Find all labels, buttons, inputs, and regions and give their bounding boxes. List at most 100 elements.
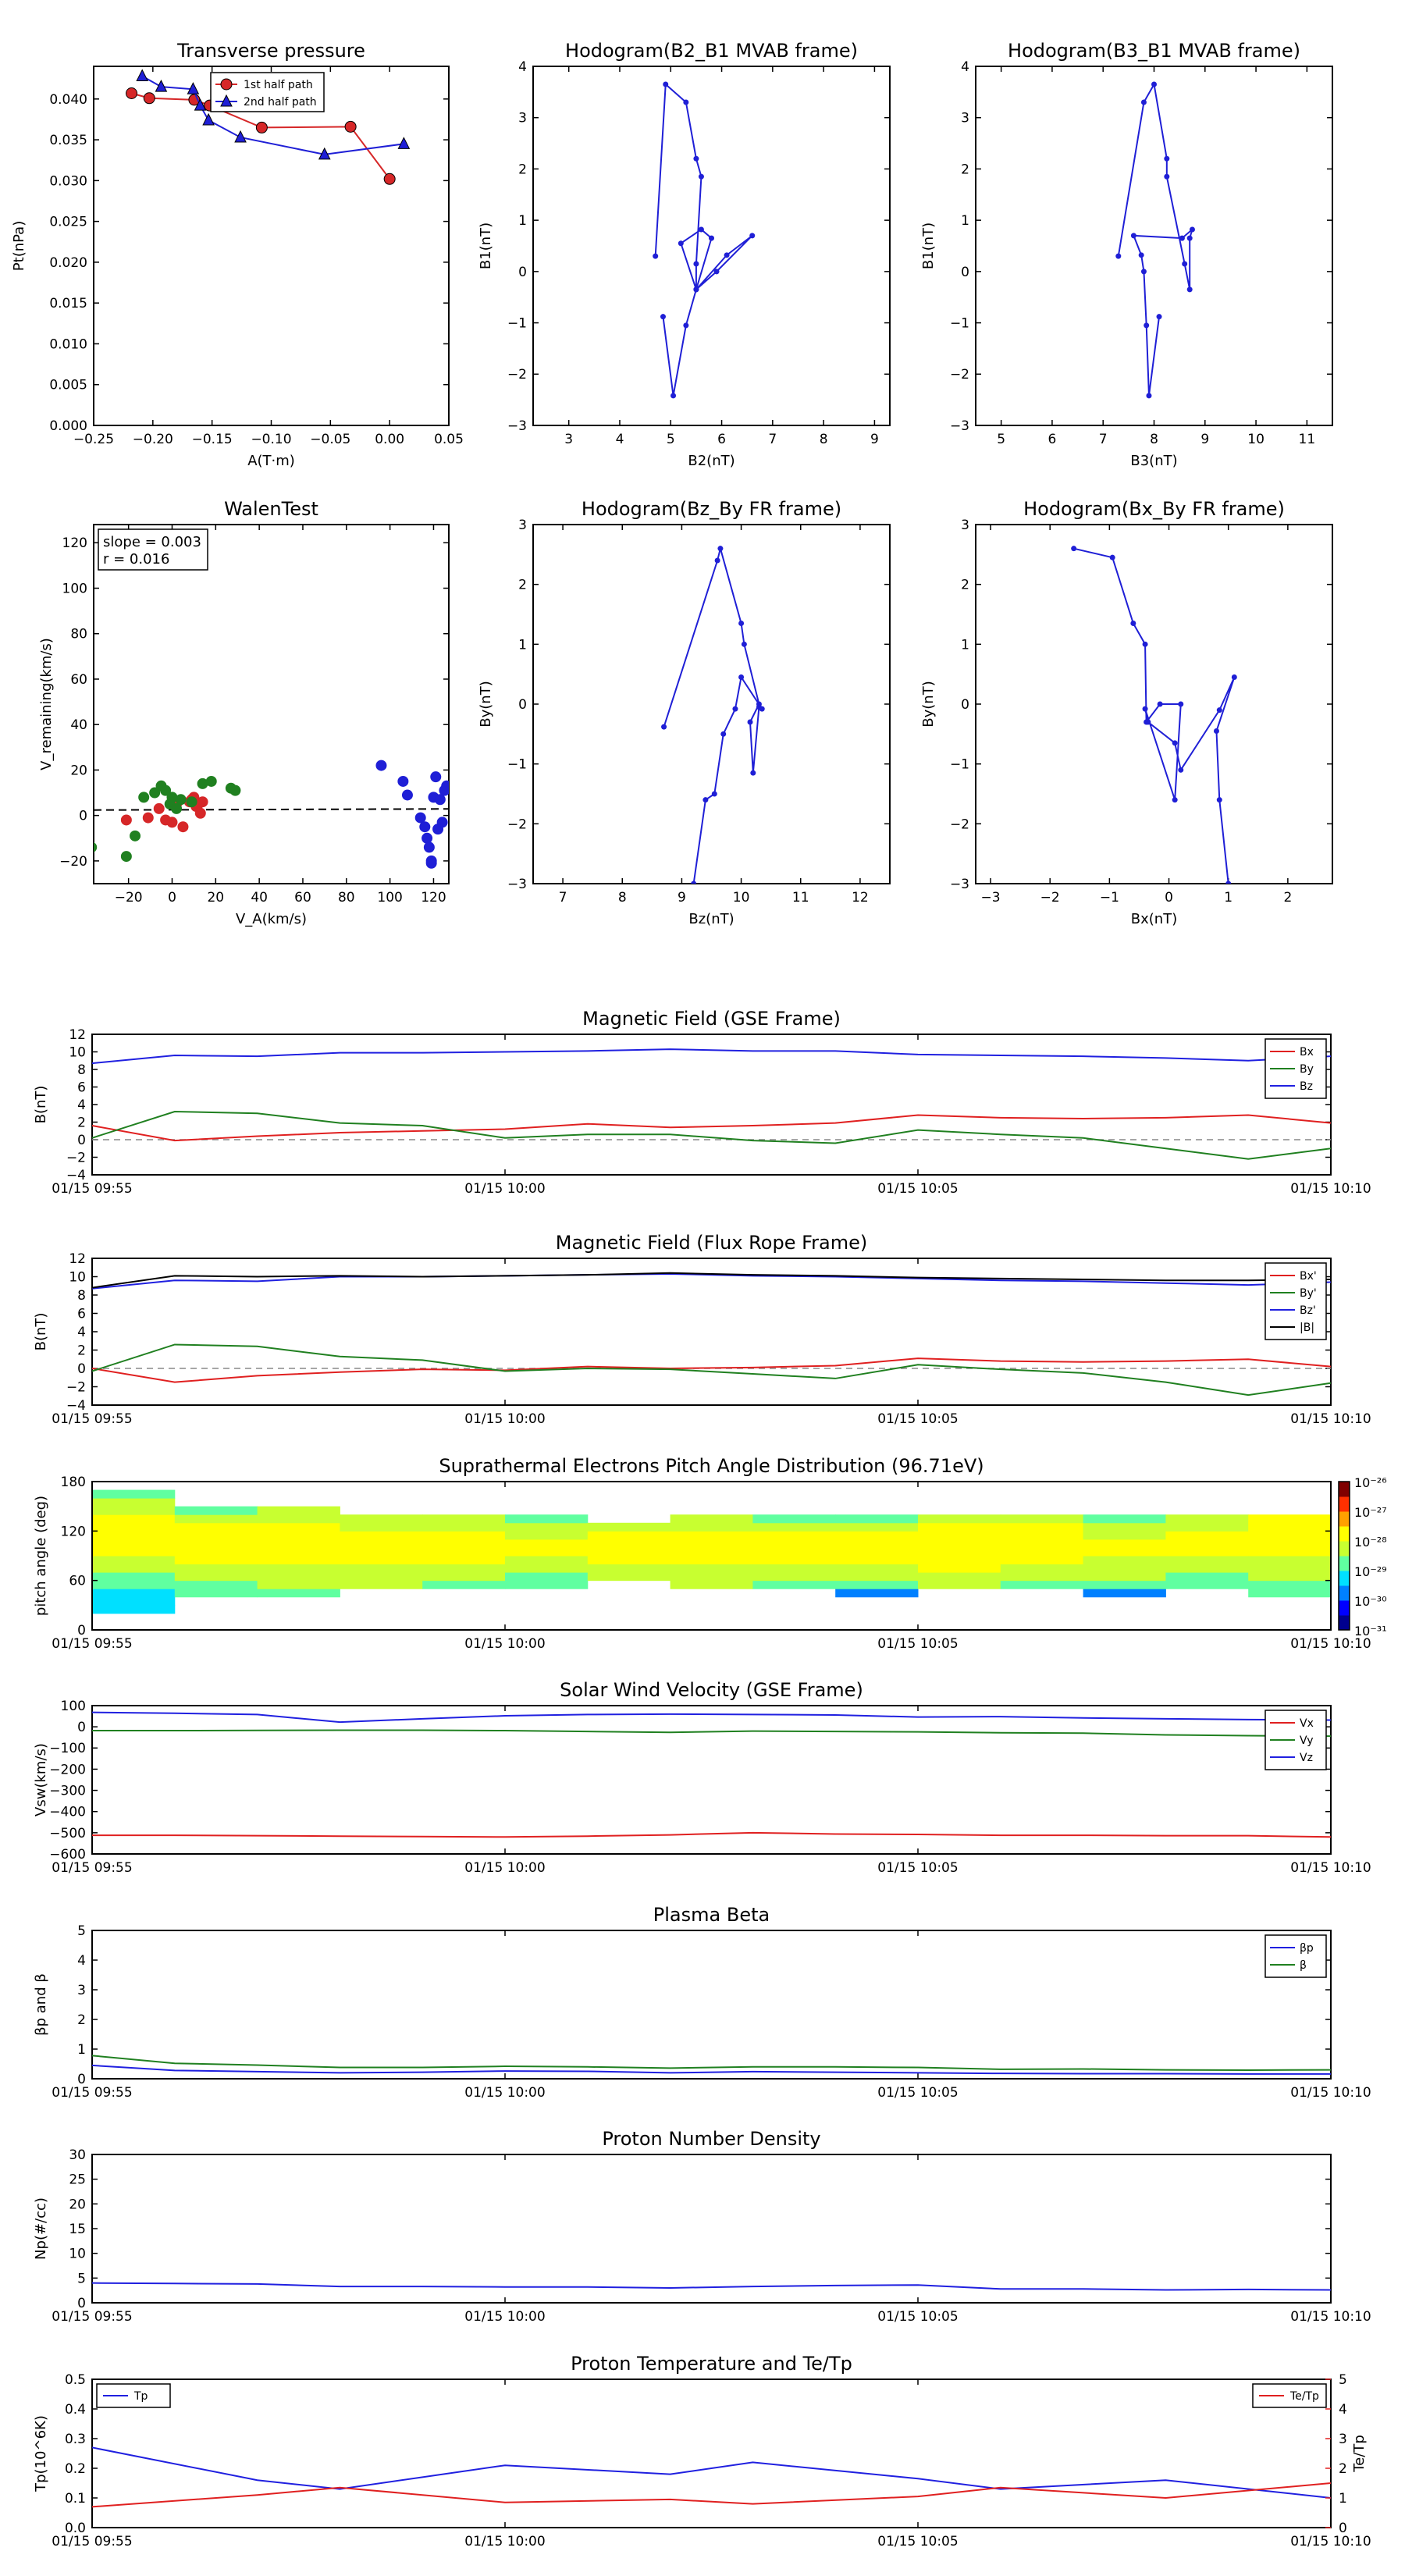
y-tick-label: 0.3 <box>65 2432 86 2447</box>
x-tick-label: 120 <box>421 890 446 906</box>
y-tick-label: 30 <box>69 2147 86 2163</box>
y-tick-label: 0.0 <box>65 2521 86 2536</box>
heatmap-cell <box>174 1572 258 1582</box>
heatmap-cell <box>587 1547 671 1557</box>
data-point <box>1178 767 1184 773</box>
heatmap-cell <box>835 1539 919 1548</box>
y-tick-label: 3 <box>961 111 969 126</box>
heatmap-cell <box>1083 1556 1166 1565</box>
x-tick-label: 8 <box>618 890 627 906</box>
heatmap-cell <box>918 1556 1001 1565</box>
y-axis-label: B(nT) <box>33 1086 49 1124</box>
chart-bfr: 01/15 09:55 01/15 10:00 01/15 10:05 01/15 1… <box>33 1232 1371 1427</box>
x-axis-label: A(T·m) <box>247 453 295 469</box>
y-tick-label-right: 1 <box>1339 2491 1347 2507</box>
heatmap-cell <box>505 1572 589 1582</box>
heatmap-cell <box>92 1506 176 1515</box>
data-point <box>741 641 747 647</box>
heatmap-cell <box>835 1531 919 1540</box>
chart-np: 01/15 09:55 01/15 10:00 01/15 10:05 01/15 1… <box>33 2128 1371 2325</box>
heatmap-cell <box>1165 1564 1249 1573</box>
legend-label: Vy <box>1300 1735 1314 1747</box>
data-point <box>423 841 435 853</box>
heatmap-cell <box>174 1580 258 1589</box>
y-tick-label: 3 <box>961 518 969 533</box>
y-tick-label: 2 <box>77 1115 86 1130</box>
heatmap-cell <box>340 1580 423 1589</box>
x-tick-label: −3 <box>981 890 1001 906</box>
x-tick-label: 01/15 09:55 <box>52 1636 132 1652</box>
data-point <box>724 252 730 258</box>
x-tick-label: −2 <box>1040 890 1060 906</box>
plot-area <box>92 1048 1331 1160</box>
heatmap-cell <box>92 1489 176 1499</box>
x-tick-label: 01/15 09:55 <box>52 2534 132 2549</box>
y-tick-label: 0.025 <box>49 215 87 230</box>
data-point <box>419 821 431 833</box>
colorbar-segment <box>1339 1615 1350 1631</box>
x-tick-label: 5 <box>667 432 675 447</box>
heatmap-cell <box>505 1539 589 1548</box>
colorbar-segment <box>1339 1511 1350 1527</box>
colorbar-label: 10⁻²⁷ <box>1354 1505 1387 1520</box>
legend-label: |B| <box>1300 1322 1314 1334</box>
legend-label: Bz' <box>1300 1304 1316 1317</box>
x-tick-label: 01/15 10:05 <box>877 1181 958 1197</box>
data-point <box>1189 226 1195 233</box>
x-tick-label: 60 <box>294 890 311 906</box>
y-tick-label-right: 4 <box>1339 2402 1347 2418</box>
y-tick-label: 0 <box>77 1720 86 1735</box>
heatmap-cell <box>670 1539 753 1548</box>
y-tick-label: 2 <box>961 578 969 593</box>
plot-frame <box>975 524 1333 884</box>
data-point <box>1172 797 1178 803</box>
x-tick-label: 01/15 09:55 <box>52 2309 132 2325</box>
x-tick-label: 01/15 10:00 <box>464 1411 545 1427</box>
heatmap-cell <box>752 1531 836 1540</box>
x-axis-label: B3(nT) <box>1130 453 1177 469</box>
heatmap-cell <box>174 1556 258 1565</box>
legend-box <box>1264 1262 1327 1340</box>
heatmap-cell <box>340 1556 423 1565</box>
data-point <box>155 80 168 92</box>
legend-label: βp <box>1300 1942 1314 1955</box>
data-point <box>1144 322 1150 329</box>
data-point <box>434 794 446 806</box>
heatmap-cell <box>752 1547 836 1557</box>
annotation-text: slope = 0.003 <box>103 534 201 550</box>
colorbar-segment <box>1339 1600 1350 1616</box>
heatmap-cell <box>257 1531 340 1540</box>
y-tick-label: −3 <box>507 877 527 892</box>
data-point <box>660 314 666 320</box>
data-point <box>94 841 98 852</box>
plot-area <box>92 2446 1331 2508</box>
y-tick-label: 1 <box>77 2042 86 2058</box>
x-tick-label: 01/15 10:05 <box>877 2309 958 2325</box>
y-tick-label: −1 <box>950 757 969 773</box>
y-axis-label: Pt(nPa) <box>11 221 27 271</box>
x-tick-label: 01/15 10:00 <box>464 1636 545 1652</box>
heatmap-cell <box>1083 1522 1166 1532</box>
data-point <box>693 155 699 162</box>
y-tick-label: 0.000 <box>49 418 87 434</box>
x-tick-label: 20 <box>207 890 224 906</box>
heatmap-cell <box>1000 1522 1084 1532</box>
x-tick-label: 01/15 10:05 <box>877 1860 958 1876</box>
data-point <box>738 621 745 626</box>
chart-title: Hodogram(Bx_By FR frame) <box>1023 498 1285 520</box>
plot-frame <box>532 66 891 426</box>
heatmap-cell <box>1248 1547 1332 1557</box>
plot-area <box>653 81 756 399</box>
legend-box <box>1264 1934 1327 1978</box>
series-line-1 <box>92 1729 1331 1738</box>
x-tick-label: 100 <box>377 890 402 906</box>
data-point <box>678 240 684 247</box>
heatmap-cell <box>835 1572 919 1582</box>
heatmap-cell <box>1083 1580 1166 1589</box>
x-tick-label: 5 <box>997 432 1005 447</box>
series-line-0 <box>92 2282 1331 2291</box>
y-tick-label: 100 <box>61 1699 86 1714</box>
heatmap-cell <box>752 1556 836 1565</box>
y-tick-label: −200 <box>49 1762 86 1777</box>
chart-h2: 5 6 7 8 9 10 11 −3 −2 −1 0 1 2 3 4 Hodogram(B3_B1 MVAB … <box>920 40 1333 469</box>
